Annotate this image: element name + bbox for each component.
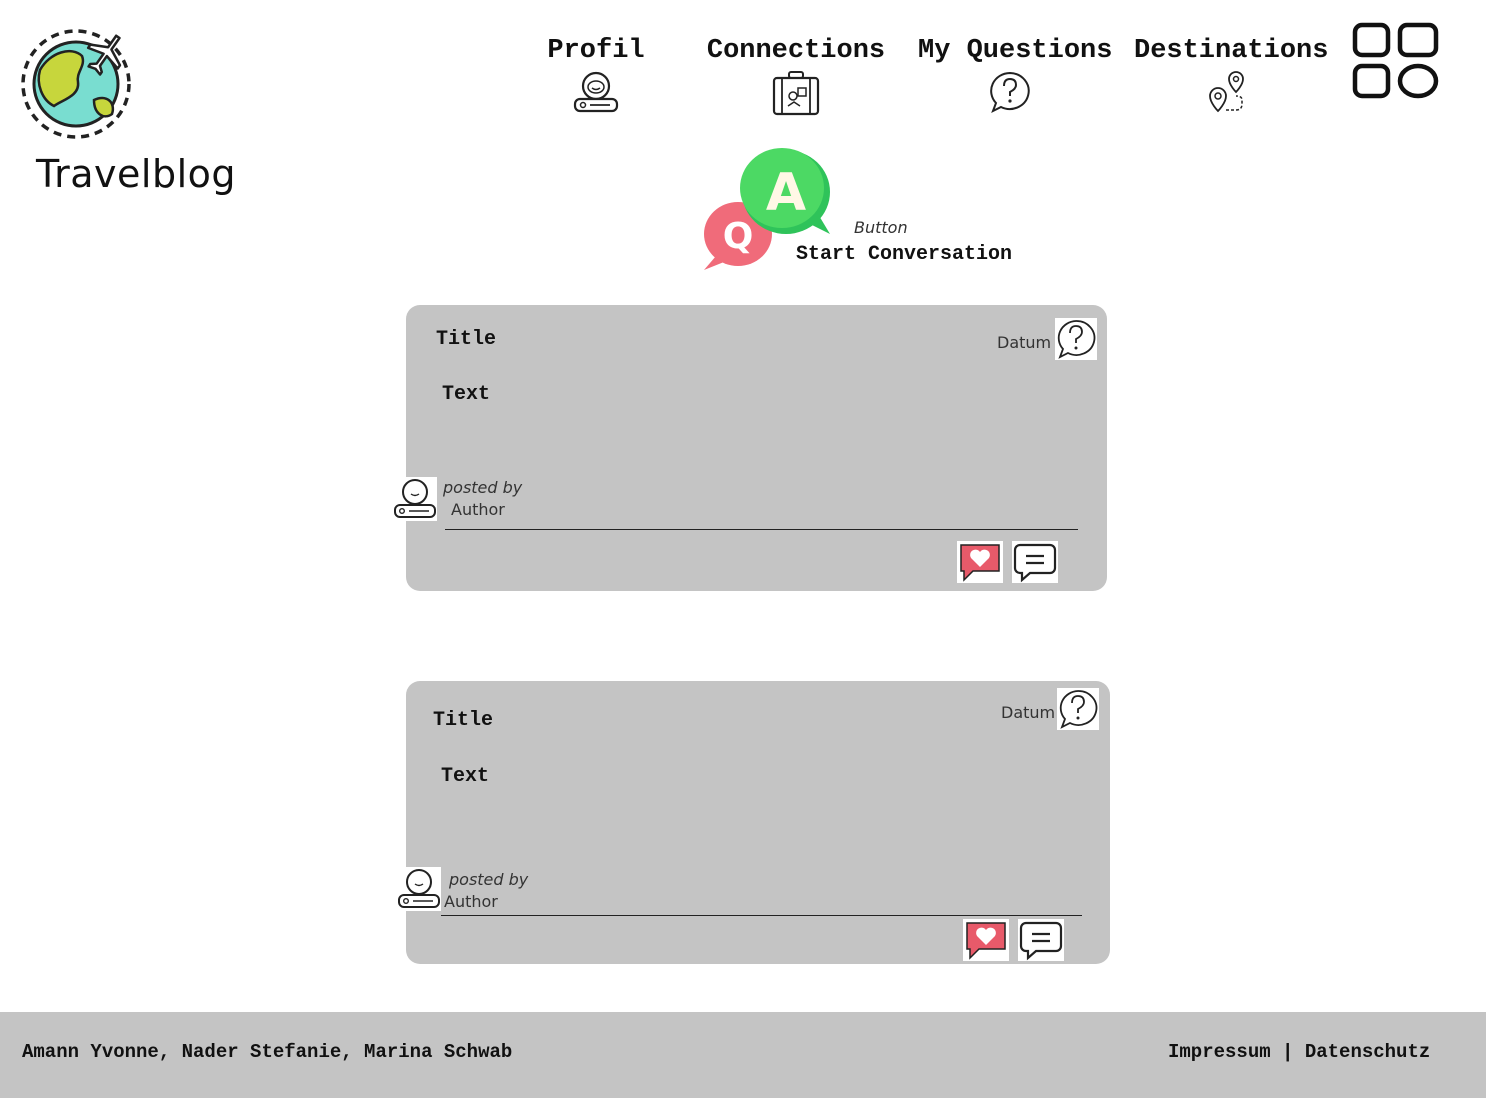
impressum-link[interactable]: Impressum (1168, 1041, 1271, 1063)
post-date: Datum (997, 333, 1052, 352)
post-card: Title Text Datum posted by Author (397, 681, 1110, 964)
comment-bubble-icon[interactable] (1012, 541, 1058, 583)
footer-separator: | (1282, 1041, 1294, 1063)
like-heart-icon[interactable] (957, 541, 1003, 583)
like-heart-icon[interactable] (963, 919, 1009, 961)
author-avatar-icon[interactable] (397, 867, 441, 911)
datenschutz-link[interactable]: Datenschutz (1305, 1041, 1430, 1063)
footer-links: Impressum | Datenschutz (1168, 1041, 1430, 1063)
divider (441, 915, 1082, 916)
globe-plane-logo-icon[interactable] (20, 22, 145, 140)
nav-destinations[interactable]: Destinations (1134, 36, 1329, 116)
post-date: Datum (1001, 703, 1056, 722)
posted-by-label: posted by (449, 870, 529, 889)
svg-text:A: A (766, 163, 806, 223)
nav-profil[interactable]: Profil (540, 36, 652, 116)
location-pin-icon (1209, 71, 1244, 113)
nav-connections[interactable]: Connections (698, 36, 894, 116)
button-caption: Button (854, 218, 908, 237)
post-text: Text (442, 383, 491, 406)
posted-by-label: posted by (443, 478, 523, 497)
nav-destinations-label: Destinations (1134, 36, 1329, 66)
question-bubble-icon (990, 71, 1030, 114)
question-bubble-icon[interactable] (1055, 318, 1097, 360)
brand-title: Travelblog (36, 152, 237, 196)
post-title: Title (433, 709, 494, 732)
post-card: Title Text Datum posted by Author (393, 305, 1107, 591)
grid-menu-icon[interactable] (1352, 22, 1440, 100)
comment-bubble-icon[interactable] (1018, 919, 1064, 961)
author-avatar-icon[interactable] (393, 477, 437, 521)
nav-profil-label: Profil (547, 36, 645, 66)
nav-my-questions[interactable]: My Questions (918, 36, 1113, 114)
profile-icon (573, 71, 619, 113)
footer-authors: Amann Yvonne, Nader Stefanie, Marina Sch… (22, 1041, 513, 1063)
nav-connections-label: Connections (706, 36, 886, 66)
divider (445, 529, 1078, 530)
post-title: Title (436, 328, 497, 351)
post-text: Text (441, 765, 490, 788)
start-conversation-button[interactable]: Start Conversation (796, 243, 1012, 266)
nav-my-questions-label: My Questions (918, 36, 1113, 66)
suitcase-icon (772, 71, 820, 116)
post-author[interactable]: Author (451, 500, 505, 519)
svg-text:Q: Q (723, 216, 754, 257)
question-bubble-icon[interactable] (1057, 688, 1099, 730)
post-author[interactable]: Author (444, 892, 498, 911)
